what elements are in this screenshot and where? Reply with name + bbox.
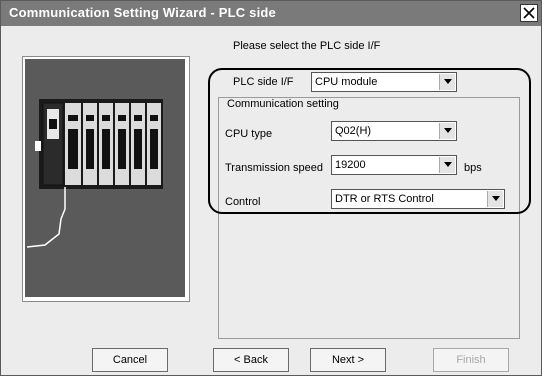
transmission-speed-value: 19200 bbox=[335, 159, 366, 171]
title-bar: Communication Setting Wizard - PLC side bbox=[1, 1, 541, 26]
close-button[interactable] bbox=[520, 4, 538, 22]
plc-side-if-combobox[interactable]: CPU module bbox=[311, 72, 457, 92]
cpu-type-label: CPU type bbox=[225, 128, 273, 140]
back-button[interactable]: < Back bbox=[213, 348, 289, 372]
plc-illustration-frame bbox=[22, 56, 190, 302]
wizard-window: Communication Setting Wizard - PLC side bbox=[0, 0, 542, 376]
close-icon bbox=[523, 7, 535, 19]
control-dropdown-button[interactable] bbox=[487, 191, 503, 207]
next-button[interactable]: Next > bbox=[310, 348, 386, 372]
chevron-down-icon bbox=[492, 196, 500, 201]
plc-side-if-value: CPU module bbox=[315, 76, 378, 88]
window-title: Communication Setting Wizard - PLC side bbox=[9, 5, 276, 20]
chevron-down-icon bbox=[444, 128, 452, 133]
plc-illustration bbox=[25, 59, 185, 297]
transmission-speed-unit: bps bbox=[464, 162, 482, 174]
chevron-down-icon bbox=[444, 162, 452, 167]
transmission-speed-label: Transmission speed bbox=[225, 162, 324, 174]
transmission-speed-dropdown-button[interactable] bbox=[439, 157, 455, 173]
prompt-text: Please select the PLC side I/F bbox=[233, 40, 381, 52]
control-label: Control bbox=[225, 196, 261, 208]
cancel-button[interactable]: Cancel bbox=[92, 348, 168, 372]
communication-setting-title: Communication setting bbox=[225, 98, 341, 110]
plc-side-if-dropdown-button[interactable] bbox=[439, 74, 455, 90]
control-combobox[interactable]: DTR or RTS Control bbox=[331, 189, 505, 209]
cpu-type-value: Q02(H) bbox=[335, 125, 372, 137]
control-value: DTR or RTS Control bbox=[335, 193, 434, 205]
cpu-type-combobox[interactable]: Q02(H) bbox=[331, 121, 457, 141]
transmission-speed-combobox[interactable]: 19200 bbox=[331, 155, 457, 175]
chevron-down-icon bbox=[444, 79, 452, 84]
plc-side-if-label: PLC side I/F bbox=[233, 76, 294, 88]
finish-button[interactable]: Finish bbox=[433, 348, 509, 372]
cpu-type-dropdown-button[interactable] bbox=[439, 123, 455, 139]
